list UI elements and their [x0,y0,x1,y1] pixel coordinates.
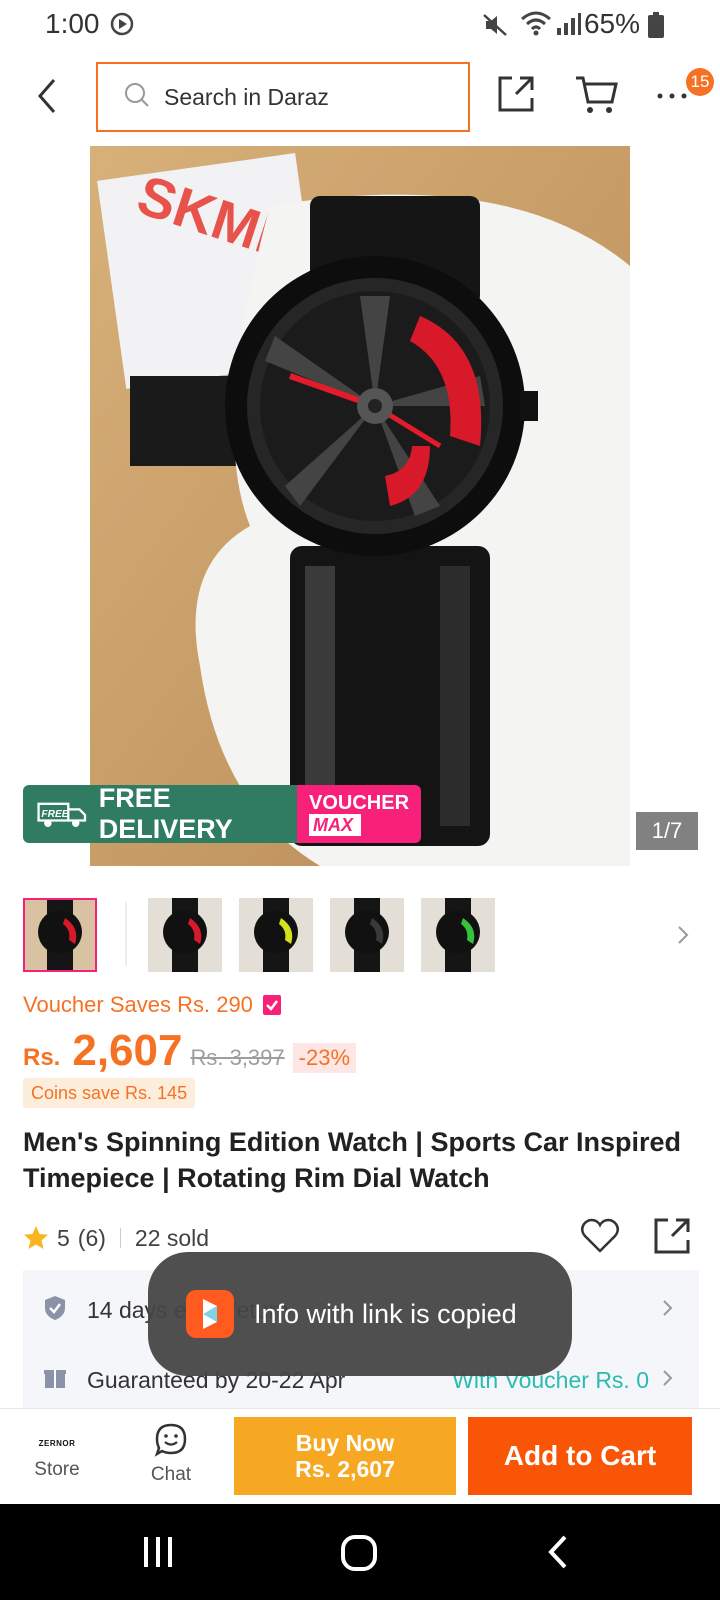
search-input[interactable]: Search in Daraz [96,62,470,132]
cart-icon [576,76,618,113]
store-logo: ZERNOR [38,1439,76,1448]
voucher-max-badge: VOUCHER MAX [297,785,421,843]
voucher-saves-text: Voucher Saves Rs. 290 [23,992,253,1017]
top-app-bar: Search in Daraz 15 [0,56,720,136]
status-time: 1:00 [45,8,100,39]
rating-row[interactable]: 5 (6) 22 sold [23,1220,209,1256]
buy-now-price: Rs. 2,607 [295,1456,395,1482]
chat-button[interactable]: Chat [136,1423,206,1486]
more-icon [657,93,687,99]
bottom-action-bar: ZERNOR Store Chat Buy Now Rs. 2,607 Add … [0,1408,720,1504]
search-icon [124,82,150,113]
share-button[interactable] [496,74,536,119]
cart-count-badge: 15 [686,68,714,96]
sold-count: 22 sold [134,1224,210,1251]
star-icon [24,1226,48,1249]
home-button[interactable] [340,1534,378,1577]
price-row: Rs. 2,607 Rs. 3,397 -23% [23,1026,356,1076]
daraz-app-icon [186,1290,234,1338]
recent-apps-icon [144,1537,172,1567]
more-options-button[interactable] [654,74,690,119]
thumbnail-1[interactable] [23,898,97,972]
share-product-button[interactable] [652,1216,692,1261]
thumbnail-2[interactable] [148,898,222,972]
status-bar: 1:00 65% [0,0,720,50]
home-icon [341,1535,377,1571]
battery-percent: 65% [583,8,640,39]
chevron-right-icon [661,1367,675,1394]
toast-text: Info with link is copied [254,1298,517,1329]
thumbnail-strip [23,898,713,974]
delivery-truck-icon: FREE [37,802,87,828]
chat-label: Chat [150,1464,192,1485]
thumbnail-5[interactable] [421,898,495,972]
wifi-icon [520,10,552,41]
thumbnail-divider [125,902,127,966]
screen-record-icon [110,12,134,41]
add-to-cart-button[interactable]: Add to Cart [468,1417,692,1495]
rating-divider [119,1228,121,1248]
nav-back-button[interactable] [546,1534,570,1575]
system-navigation-bar [0,1504,720,1600]
coins-save-badge: Coins save Rs. 145 [23,1078,196,1108]
search-placeholder: Search in Daraz [164,83,329,110]
share-icon [498,76,534,112]
product-image[interactable]: SKMEI [90,146,630,866]
heart-icon [581,1218,619,1253]
shield-check-icon [43,1295,67,1326]
free-delivery-badge: FREE FREE DELIVERY [23,785,297,843]
mute-icon [482,12,508,43]
rating-score: 5 [57,1224,70,1251]
voucher-tag-icon [262,995,281,1015]
product-title: Men's Spinning Edition Watch | Sports Ca… [23,1127,682,1193]
thumbnail-4[interactable] [330,898,404,972]
chevron-right-icon [661,1297,675,1324]
wishlist-button[interactable] [580,1218,620,1259]
max-text: MAX [309,814,361,836]
thumbnails-next-button[interactable] [673,920,693,955]
buy-now-button[interactable]: Buy Now Rs. 2,607 [234,1417,456,1495]
buy-now-label: Buy Now [295,1430,395,1456]
price-value: 2,607 [72,1026,183,1075]
store-button[interactable]: ZERNOR Store [22,1429,92,1481]
battery-icon [648,12,664,43]
free-delivery-text: FREE DELIVERY [98,785,233,843]
chat-icon [154,1423,187,1457]
thumbnail-3[interactable] [239,898,313,972]
cart-button[interactable] [574,74,618,121]
rating-count: (6) [77,1224,106,1251]
promo-banner: FREE FREE DELIVERY VOUCHER MAX [23,785,421,843]
watch-photo: SKMEI [90,146,630,866]
svg-text:FREE: FREE [41,809,69,820]
store-label: Store [34,1459,80,1480]
recent-apps-button[interactable] [140,1534,176,1575]
original-price: Rs. 3,397 [190,1045,285,1070]
toast-message: Info with link is copied [148,1252,572,1376]
package-icon [43,1366,67,1395]
discount-badge: -23% [292,1043,356,1073]
chevron-right-icon [678,926,689,944]
voucher-text: VOUCHER [309,792,410,814]
voucher-saves[interactable]: Voucher Saves Rs. 290 [23,992,281,1018]
back-arrow-icon [38,79,56,113]
share-icon [654,1218,690,1254]
image-counter: 1/7 [636,812,698,850]
nav-back-icon [548,1535,567,1569]
signal-icon [556,12,582,41]
back-button[interactable] [30,74,66,118]
price-currency: Rs. [23,1044,61,1071]
